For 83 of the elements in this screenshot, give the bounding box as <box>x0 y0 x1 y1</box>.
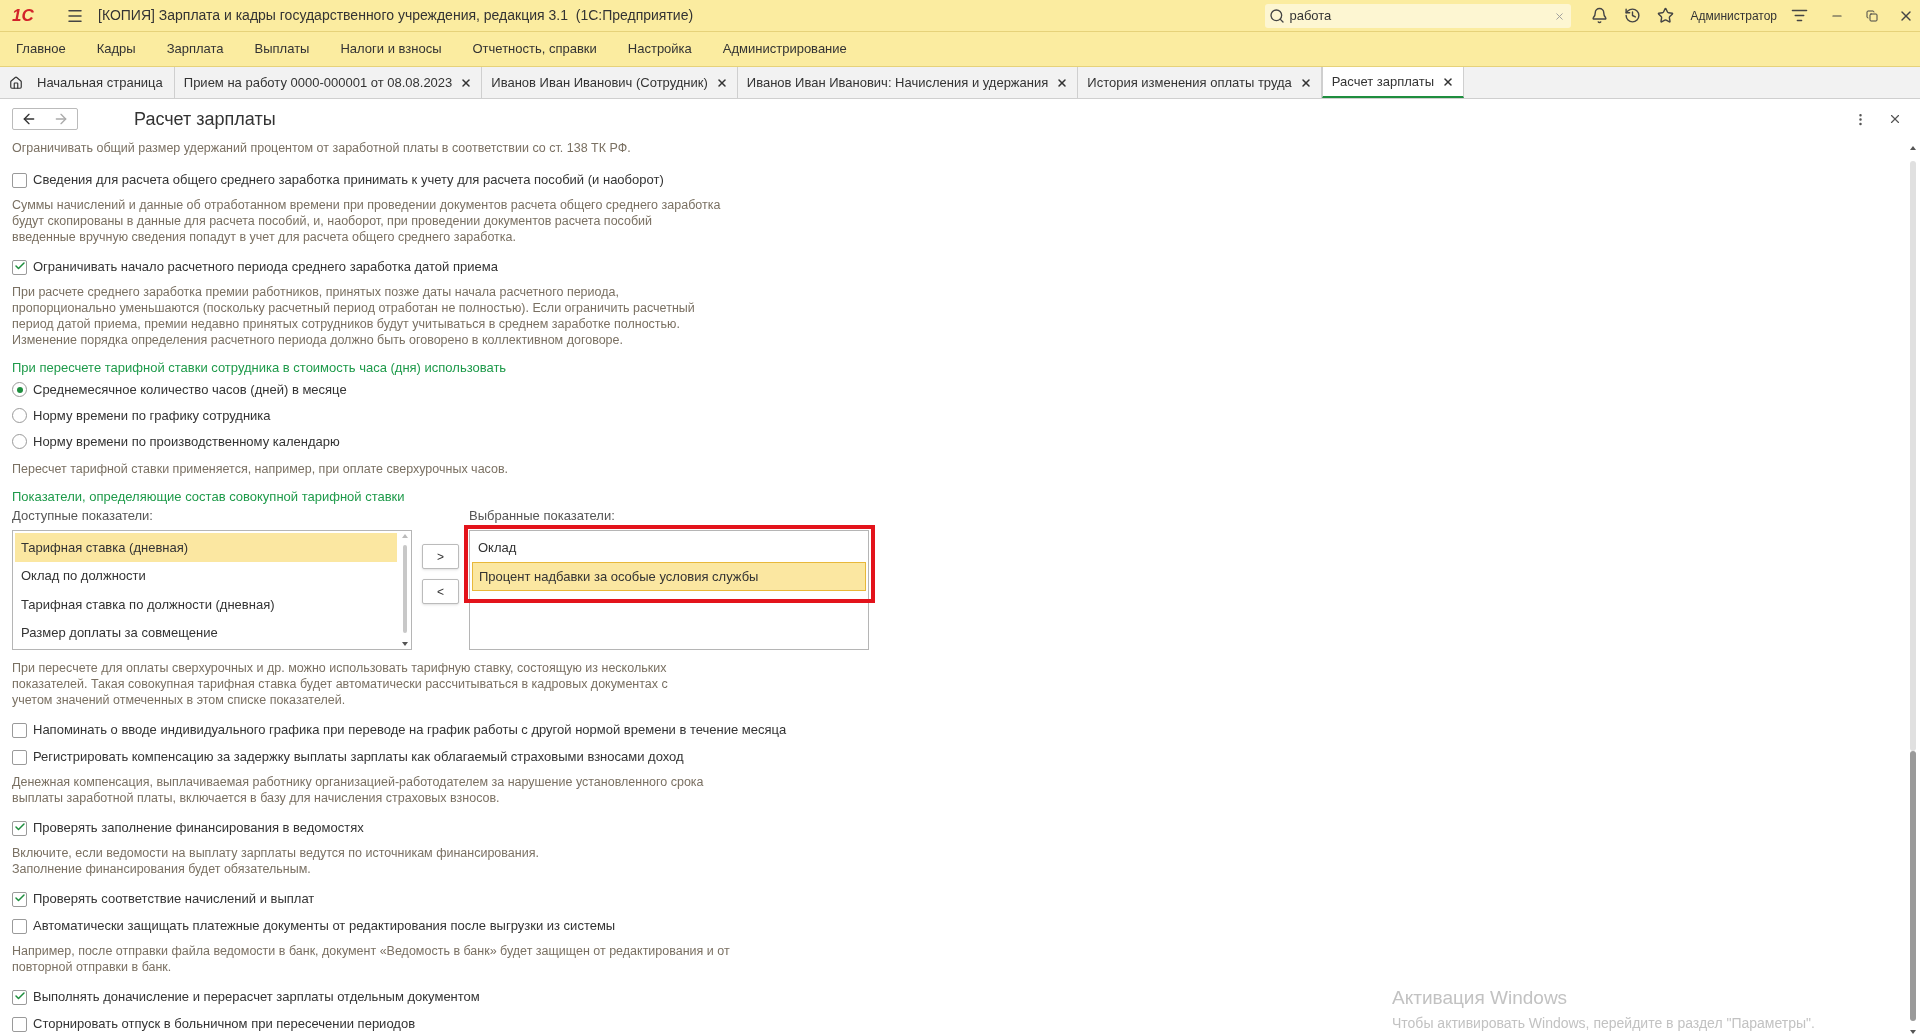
checkbox[interactable] <box>12 918 27 934</box>
close-tab-icon[interactable] <box>1056 76 1069 89</box>
tab[interactable]: Расчет зарплаты <box>1321 67 1465 98</box>
radio-label: Норму времени по производственному календарю <box>33 432 340 451</box>
tab[interactable]: Иванов Иван Иванович: Начисления и удержания <box>737 67 1079 98</box>
close-form-icon[interactable] <box>1888 112 1902 126</box>
move-button[interactable]: < <box>422 579 459 604</box>
checkbox-label: Напоминать о вводе индивидуального графика при переводе на график работы с другой нормой времени в течение месяца <box>33 721 787 740</box>
menu-item[interactable]: Зарплата <box>166 39 224 59</box>
close-tab-icon[interactable] <box>1299 76 1312 89</box>
description-text: Например, после отправки файла ведомости в банк, документ «Ведомость в банк» будет защищен от редактирования и от повторной отправки в банк. <box>12 943 731 975</box>
checkbox-label: Ограничивать начало расчетного периода среднего заработка датой приема <box>33 258 498 277</box>
radio-label: Норму времени по графику сотрудника <box>33 406 271 425</box>
radio-button[interactable] <box>12 382 27 397</box>
history-icon[interactable] <box>1624 7 1642 24</box>
menu-item[interactable]: Налоги и взносы <box>340 39 442 59</box>
description-text: Денежная компенсация, выплачиваемая работнику организацией-работодателем за нарушение установленного срока выплаты заработной платы, включается в базу для начисления страховых взносов. <box>12 774 705 806</box>
close-tab-icon[interactable] <box>715 76 728 89</box>
close-tab-icon[interactable] <box>1442 75 1455 88</box>
scrollbar-icon <box>1909 145 1917 1034</box>
list-item[interactable]: Тарифная ставка (дневная) <box>15 533 397 562</box>
description-text: Ограничивать общий размер удержаний процентом от заработной платы в соответствии со ст. 138 ТК РФ. <box>12 140 632 156</box>
checkbox-label: Проверять заполнение финансирования в ведомостях <box>33 819 364 838</box>
search-field[interactable]: работа <box>1265 3 1572 28</box>
section-header: При пересчете тарифной ставки сотрудника в стоимость часа (дня) использовать <box>12 360 508 376</box>
menu-item[interactable]: Кадры <box>96 39 136 59</box>
description-text: Включите, если ведомости на выплату зарплаты ведутся по источникам финансирования. Заполнение финансирования будет обязательным. <box>12 845 540 877</box>
list-item[interactable]: Процент надбавки за особые условия службы <box>472 562 866 591</box>
menu-item[interactable]: Администрирование <box>722 39 847 59</box>
menu-item[interactable]: Настройка <box>627 39 692 59</box>
form-title: Расчет зарплаты <box>134 107 276 131</box>
checkbox[interactable] <box>12 749 27 765</box>
menu-item[interactable]: Выплаты <box>254 39 310 59</box>
checkbox-label: Выполнять доначисление и перерасчет зарплаты отдельным документом <box>33 988 480 1007</box>
clear-icon[interactable] <box>1554 10 1566 22</box>
search-icon <box>1269 7 1286 24</box>
description-text: Суммы начислений и данные об отработанном времени при проведении документов расчета общего среднего заработка будут скопированы в данные для расчета пособий, и, наоборот, при проведении документов расчета пособий введенные вручную сведения попадут в учет для расчета общего среднего заработка. <box>12 197 722 245</box>
tab[interactable]: Начальная страница <box>0 67 175 98</box>
description-text: При пересчете для оплаты сверхурочных и др. можно использовать тарифную ставку, состоящую из нескольких показателей. Такая совокупная тарифная ставка будет автоматически рассчитываться в кадровых документах с учетом значений отмеченных в этом списке показателей. <box>12 660 669 708</box>
list-item[interactable]: Размер доплаты за совмещение <box>15 618 397 647</box>
move-button[interactable]: > <box>422 544 459 569</box>
radio-button[interactable] <box>12 408 27 423</box>
home-icon <box>9 75 23 90</box>
bell-icon[interactable] <box>1591 7 1609 24</box>
checkbox-label: Сторнировать отпуск в больничном при пересечении периодов <box>33 1015 416 1034</box>
checkbox[interactable] <box>12 722 27 738</box>
star-icon[interactable] <box>1657 7 1675 24</box>
checkbox[interactable] <box>12 989 27 1005</box>
checkbox-label: Регистрировать компенсацию за задержку выплаты зарплаты как облагаемый страховыми взносами доход <box>33 748 684 767</box>
list-label: Доступные показатели: <box>12 508 154 524</box>
list-item[interactable]: Тарифная ставка по должности (дневная) <box>15 590 397 619</box>
checkbox-label: Автоматически защищать платежные документы от редактирования после выгрузки из системы <box>33 917 616 936</box>
list-label: Выбранные показатели: <box>469 508 616 524</box>
list-item[interactable]: Оклад по должности <box>15 561 397 590</box>
scrollbar-icon <box>401 533 409 647</box>
radio-label: Среднемесячное количество часов (дней) в месяце <box>33 380 347 399</box>
restore-icon[interactable] <box>1866 9 1878 22</box>
forward-icon[interactable] <box>53 111 69 127</box>
list-item[interactable]: Оклад <box>472 533 866 562</box>
back-icon[interactable] <box>21 111 37 127</box>
user-name[interactable]: Администратор <box>1690 6 1777 25</box>
tab[interactable]: История изменения оплаты труда <box>1078 67 1322 98</box>
menu-item[interactable]: Главное <box>16 39 66 59</box>
tab[interactable]: Прием на работу 0000-000001 от 08.08.2023 <box>174 67 483 98</box>
tab[interactable]: Иванов Иван Иванович (Сотрудник) <box>482 67 738 98</box>
close-tab-icon[interactable] <box>460 76 473 89</box>
checkbox-label: Проверять соответствие начислений и выплат <box>33 890 315 909</box>
checkbox-label: Сведения для расчета общего среднего заработка принимать к учету для расчета пособий (и наоборот) <box>33 171 664 190</box>
description-text: Пересчет тарифной ставки применяется, например, при оплате сверхурочных часов. <box>12 461 510 477</box>
app-logo: 1С <box>12 4 35 27</box>
settings-menu-icon[interactable] <box>1791 7 1808 24</box>
checkbox[interactable] <box>12 891 27 907</box>
description-text: При расчете среднего заработка премии работников, принятых позже даты начала расчетного периода, пропорционально уменьшаются (поскольку расчетный период отработан не полностью). Если ограничить расчетный период датой приема, премии недавно принятых сотрудников будут учитываться в среднем заработке полностью. Изменение порядка определения расчетного периода должно быть оговорено в коллективном договоре. <box>12 284 696 348</box>
checkbox[interactable] <box>12 820 27 836</box>
checkbox[interactable] <box>12 259 27 275</box>
window-title: [КОПИЯ] Зарплата и кадры государственного учреждения, редакция 3.1 (1С:Предприятие) <box>98 6 694 25</box>
radio-button[interactable] <box>12 434 27 449</box>
checkbox[interactable] <box>12 1016 27 1032</box>
section-header: Показатели, определяющие состав совокупной тарифной ставки <box>12 489 406 505</box>
checkbox[interactable] <box>12 172 27 188</box>
activation-text: Чтобы активировать Windows, перейдите в раздел "Параметры". <box>1392 1013 1815 1033</box>
activation-title: Активация Windows <box>1392 986 1569 1010</box>
menu-item[interactable]: Отчетность, справки <box>472 39 597 59</box>
